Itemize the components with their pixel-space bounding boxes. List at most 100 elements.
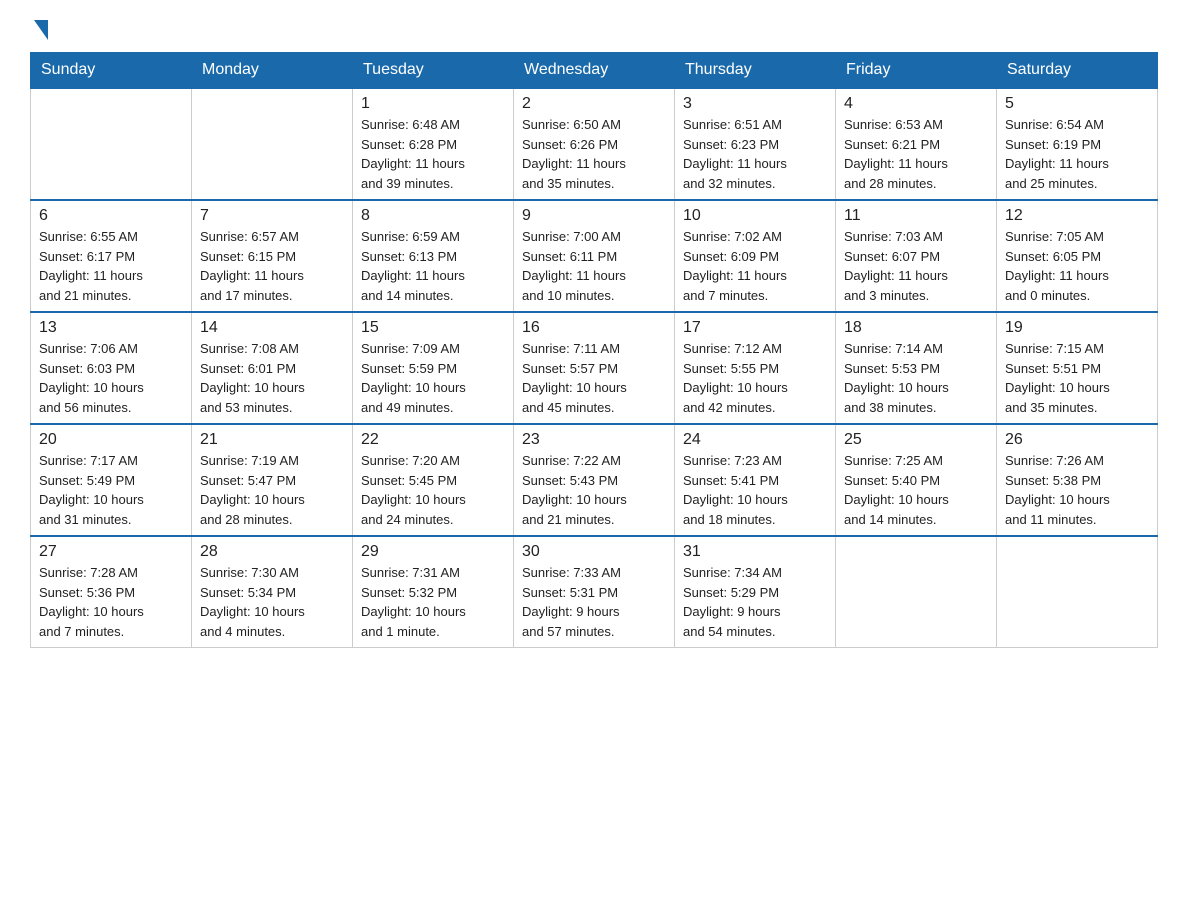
calendar-week-row: 1 Sunrise: 6:48 AM Sunset: 6:28 PM Daylig… bbox=[31, 88, 1158, 200]
calendar-cell: 7 Sunrise: 6:57 AM Sunset: 6:15 PM Daylig… bbox=[192, 200, 353, 312]
day-info: Sunrise: 6:53 AM Sunset: 6:21 PM Dayligh… bbox=[844, 115, 988, 193]
day-info: Sunrise: 7:23 AM Sunset: 5:41 PM Dayligh… bbox=[683, 451, 827, 529]
day-number: 6 bbox=[39, 207, 183, 225]
calendar-cell: 12 Sunrise: 7:05 AM Sunset: 6:05 PM Dayli… bbox=[997, 200, 1158, 312]
day-number: 24 bbox=[683, 431, 827, 449]
day-number: 13 bbox=[39, 319, 183, 337]
day-info: Sunrise: 7:17 AM Sunset: 5:49 PM Dayligh… bbox=[39, 451, 183, 529]
calendar-cell: 5 Sunrise: 6:54 AM Sunset: 6:19 PM Daylig… bbox=[997, 88, 1158, 200]
calendar-cell: 18 Sunrise: 7:14 AM Sunset: 5:53 PM Dayli… bbox=[836, 312, 997, 424]
day-info: Sunrise: 7:12 AM Sunset: 5:55 PM Dayligh… bbox=[683, 339, 827, 417]
day-number: 22 bbox=[361, 431, 505, 449]
calendar-table: SundayMondayTuesdayWednesdayThursdayFrid… bbox=[30, 52, 1158, 648]
day-number: 12 bbox=[1005, 207, 1149, 225]
day-number: 7 bbox=[200, 207, 344, 225]
day-info: Sunrise: 6:48 AM Sunset: 6:28 PM Dayligh… bbox=[361, 115, 505, 193]
day-info: Sunrise: 7:11 AM Sunset: 5:57 PM Dayligh… bbox=[522, 339, 666, 417]
day-number: 16 bbox=[522, 319, 666, 337]
day-number: 19 bbox=[1005, 319, 1149, 337]
day-number: 5 bbox=[1005, 95, 1149, 113]
weekday-header-wednesday: Wednesday bbox=[514, 53, 675, 89]
day-info: Sunrise: 7:02 AM Sunset: 6:09 PM Dayligh… bbox=[683, 227, 827, 305]
day-number: 1 bbox=[361, 95, 505, 113]
calendar-cell: 1 Sunrise: 6:48 AM Sunset: 6:28 PM Daylig… bbox=[353, 88, 514, 200]
day-info: Sunrise: 7:20 AM Sunset: 5:45 PM Dayligh… bbox=[361, 451, 505, 529]
day-info: Sunrise: 7:08 AM Sunset: 6:01 PM Dayligh… bbox=[200, 339, 344, 417]
weekday-header-tuesday: Tuesday bbox=[353, 53, 514, 89]
day-info: Sunrise: 6:59 AM Sunset: 6:13 PM Dayligh… bbox=[361, 227, 505, 305]
calendar-cell: 23Sunrise: 7:22 AM Sunset: 5:43 PM Dayli… bbox=[514, 424, 675, 536]
calendar-cell: 14 Sunrise: 7:08 AM Sunset: 6:01 PM Dayli… bbox=[192, 312, 353, 424]
weekday-header-sunday: Sunday bbox=[31, 53, 192, 89]
day-number: 10 bbox=[683, 207, 827, 225]
weekday-header-monday: Monday bbox=[192, 53, 353, 89]
day-info: Sunrise: 6:54 AM Sunset: 6:19 PM Dayligh… bbox=[1005, 115, 1149, 193]
logo bbox=[30, 20, 48, 42]
day-number: 20 bbox=[39, 431, 183, 449]
calendar-cell bbox=[31, 88, 192, 200]
day-number: 25 bbox=[844, 431, 988, 449]
day-number: 15 bbox=[361, 319, 505, 337]
day-number: 30 bbox=[522, 543, 666, 561]
day-info: Sunrise: 7:25 AM Sunset: 5:40 PM Dayligh… bbox=[844, 451, 988, 529]
day-info: Sunrise: 6:51 AM Sunset: 6:23 PM Dayligh… bbox=[683, 115, 827, 193]
day-number: 8 bbox=[361, 207, 505, 225]
weekday-header-friday: Friday bbox=[836, 53, 997, 89]
day-number: 17 bbox=[683, 319, 827, 337]
day-info: Sunrise: 7:05 AM Sunset: 6:05 PM Dayligh… bbox=[1005, 227, 1149, 305]
day-info: Sunrise: 7:06 AM Sunset: 6:03 PM Dayligh… bbox=[39, 339, 183, 417]
calendar-cell: 30 Sunrise: 7:33 AM Sunset: 5:31 PM Dayli… bbox=[514, 536, 675, 648]
calendar-cell: 2Sunrise: 6:50 AM Sunset: 6:26 PM Daylig… bbox=[514, 88, 675, 200]
calendar-cell bbox=[997, 536, 1158, 648]
calendar-cell: 4 Sunrise: 6:53 AM Sunset: 6:21 PM Daylig… bbox=[836, 88, 997, 200]
calendar-cell: 31Sunrise: 7:34 AM Sunset: 5:29 PM Dayli… bbox=[675, 536, 836, 648]
day-number: 29 bbox=[361, 543, 505, 561]
calendar-cell: 11Sunrise: 7:03 AM Sunset: 6:07 PM Dayli… bbox=[836, 200, 997, 312]
calendar-cell: 21Sunrise: 7:19 AM Sunset: 5:47 PM Dayli… bbox=[192, 424, 353, 536]
calendar-cell: 15Sunrise: 7:09 AM Sunset: 5:59 PM Dayli… bbox=[353, 312, 514, 424]
day-info: Sunrise: 7:00 AM Sunset: 6:11 PM Dayligh… bbox=[522, 227, 666, 305]
calendar-cell bbox=[192, 88, 353, 200]
calendar-cell: 22 Sunrise: 7:20 AM Sunset: 5:45 PM Dayli… bbox=[353, 424, 514, 536]
calendar-cell: 20 Sunrise: 7:17 AM Sunset: 5:49 PM Dayli… bbox=[31, 424, 192, 536]
calendar-cell: 29 Sunrise: 7:31 AM Sunset: 5:32 PM Dayli… bbox=[353, 536, 514, 648]
weekday-header-saturday: Saturday bbox=[997, 53, 1158, 89]
day-number: 4 bbox=[844, 95, 988, 113]
weekday-header-thursday: Thursday bbox=[675, 53, 836, 89]
calendar-cell: 13 Sunrise: 7:06 AM Sunset: 6:03 PM Dayli… bbox=[31, 312, 192, 424]
day-number: 28 bbox=[200, 543, 344, 561]
day-info: Sunrise: 7:14 AM Sunset: 5:53 PM Dayligh… bbox=[844, 339, 988, 417]
calendar-cell: 16 Sunrise: 7:11 AM Sunset: 5:57 PM Dayli… bbox=[514, 312, 675, 424]
calendar-cell: 17 Sunrise: 7:12 AM Sunset: 5:55 PM Dayli… bbox=[675, 312, 836, 424]
logo-triangle-icon bbox=[34, 20, 48, 40]
day-info: Sunrise: 7:22 AM Sunset: 5:43 PM Dayligh… bbox=[522, 451, 666, 529]
day-info: Sunrise: 6:57 AM Sunset: 6:15 PM Dayligh… bbox=[200, 227, 344, 305]
calendar-cell: 24 Sunrise: 7:23 AM Sunset: 5:41 PM Dayli… bbox=[675, 424, 836, 536]
day-number: 18 bbox=[844, 319, 988, 337]
day-number: 27 bbox=[39, 543, 183, 561]
calendar-week-row: 6 Sunrise: 6:55 AM Sunset: 6:17 PM Daylig… bbox=[31, 200, 1158, 312]
day-number: 14 bbox=[200, 319, 344, 337]
page-header bbox=[30, 20, 1158, 42]
day-info: Sunrise: 7:19 AM Sunset: 5:47 PM Dayligh… bbox=[200, 451, 344, 529]
calendar-cell: 6 Sunrise: 6:55 AM Sunset: 6:17 PM Daylig… bbox=[31, 200, 192, 312]
calendar-cell: 27 Sunrise: 7:28 AM Sunset: 5:36 PM Dayli… bbox=[31, 536, 192, 648]
calendar-week-row: 27 Sunrise: 7:28 AM Sunset: 5:36 PM Dayli… bbox=[31, 536, 1158, 648]
day-info: Sunrise: 7:15 AM Sunset: 5:51 PM Dayligh… bbox=[1005, 339, 1149, 417]
day-number: 9 bbox=[522, 207, 666, 225]
day-info: Sunrise: 7:26 AM Sunset: 5:38 PM Dayligh… bbox=[1005, 451, 1149, 529]
day-info: Sunrise: 7:28 AM Sunset: 5:36 PM Dayligh… bbox=[39, 563, 183, 641]
calendar-cell: 25 Sunrise: 7:25 AM Sunset: 5:40 PM Dayli… bbox=[836, 424, 997, 536]
day-number: 2 bbox=[522, 95, 666, 113]
day-number: 3 bbox=[683, 95, 827, 113]
day-info: Sunrise: 6:55 AM Sunset: 6:17 PM Dayligh… bbox=[39, 227, 183, 305]
calendar-cell bbox=[836, 536, 997, 648]
day-info: Sunrise: 7:34 AM Sunset: 5:29 PM Dayligh… bbox=[683, 563, 827, 641]
day-number: 26 bbox=[1005, 431, 1149, 449]
day-info: Sunrise: 7:03 AM Sunset: 6:07 PM Dayligh… bbox=[844, 227, 988, 305]
calendar-cell: 8 Sunrise: 6:59 AM Sunset: 6:13 PM Daylig… bbox=[353, 200, 514, 312]
calendar-cell: 9 Sunrise: 7:00 AM Sunset: 6:11 PM Daylig… bbox=[514, 200, 675, 312]
day-info: Sunrise: 7:33 AM Sunset: 5:31 PM Dayligh… bbox=[522, 563, 666, 641]
calendar-cell: 19 Sunrise: 7:15 AM Sunset: 5:51 PM Dayli… bbox=[997, 312, 1158, 424]
day-info: Sunrise: 7:31 AM Sunset: 5:32 PM Dayligh… bbox=[361, 563, 505, 641]
